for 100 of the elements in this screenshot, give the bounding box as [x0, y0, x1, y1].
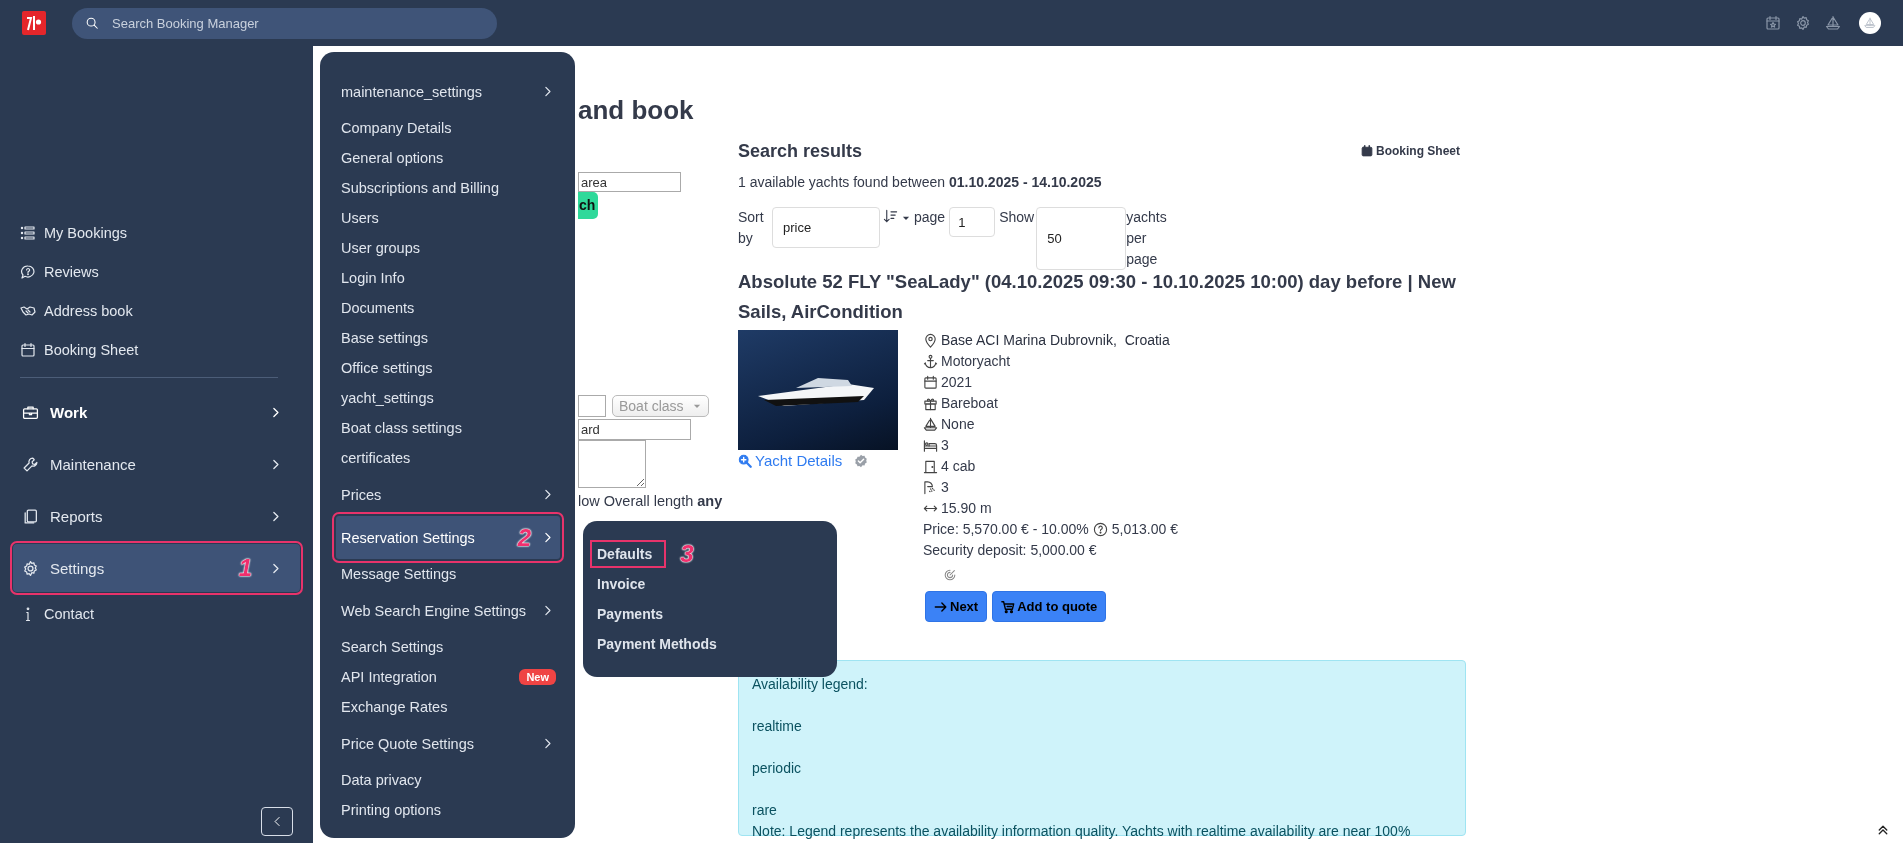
sort-label: Sort by	[738, 208, 765, 248]
search-button[interactable]: ch	[578, 192, 599, 219]
show-label: Show	[999, 208, 1035, 227]
menu-item[interactable]: Data privacy	[336, 765, 560, 795]
spec-text: 3	[941, 436, 949, 455]
menu-item[interactable]: Boat class settings	[336, 413, 560, 443]
sailboat-icon	[923, 417, 938, 432]
page-field[interactable]: 1	[949, 207, 996, 237]
collapse-button[interactable]	[261, 807, 293, 836]
sidebar-item[interactable]: Settings 1	[13, 544, 300, 592]
legend-title: Availability legend:	[752, 675, 869, 694]
price-text: Price: 5,570.00 € - 10.00%	[923, 520, 1089, 539]
menu-item[interactable]: User groups	[336, 233, 560, 263]
input-field[interactable]: ard	[578, 419, 691, 440]
verified-icon	[854, 454, 869, 468]
spec-text: 15.90 m	[941, 499, 992, 518]
calendar-icon	[20, 341, 36, 358]
page-title: and book	[578, 94, 695, 126]
sidebar-item[interactable]: Address book	[13, 291, 300, 330]
sailboat-icon[interactable]	[1825, 15, 1841, 31]
search-icon	[85, 15, 99, 30]
menu-item[interactable]: Search Settings	[336, 632, 560, 662]
spec-text: Motoryacht	[941, 352, 1011, 371]
submenu-item[interactable]: Defaults	[592, 542, 665, 566]
menu-item[interactable]: Documents	[336, 293, 560, 323]
legend-note: Note: Legend represents the availability information quality. Yachts with realtime availability are near 100%	[752, 822, 1412, 841]
menu-item[interactable]: Price Quote Settings	[336, 722, 560, 765]
help-icon	[1092, 522, 1108, 537]
next-button[interactable]: Next	[925, 591, 988, 622]
spec-text: 3	[941, 478, 949, 497]
calendar-icon	[1361, 145, 1373, 157]
results-summary: 1 available yachts found between 01.10.2025 - 14.10.2025	[738, 173, 1103, 192]
menu-item[interactable]: yacht_settings	[336, 383, 560, 413]
menu-item[interactable]: Office settings	[336, 353, 560, 383]
submenu-item[interactable]: Payment Methods	[592, 632, 722, 656]
per-page-field[interactable]: 50	[1036, 207, 1127, 270]
sidebar-item[interactable]: Work	[13, 388, 300, 436]
section-title: Search results	[738, 140, 863, 162]
avatar-icon[interactable]	[1859, 12, 1881, 34]
yacht-details-link[interactable]: Yacht Details	[738, 452, 843, 470]
legend-level: realtime	[752, 717, 803, 736]
radar-icon	[943, 568, 957, 582]
sidebar-item[interactable]: Booking Sheet	[13, 330, 300, 369]
text-area[interactable]	[578, 440, 646, 488]
menu-item[interactable]: Web Search Engine Settings	[336, 589, 560, 632]
menu-item[interactable]: Prices	[336, 473, 560, 516]
spec-text: None	[941, 415, 975, 434]
search-field[interactable]: Search Booking Manager	[72, 7, 497, 39]
step-number: 3	[680, 540, 694, 568]
menu-item[interactable]: Users	[336, 203, 560, 233]
bed-icon	[923, 438, 938, 453]
sidebar-item[interactable]: Contact	[13, 594, 300, 633]
menu-item[interactable]: API Integration New	[336, 662, 560, 692]
menu-item[interactable]: Base settings	[336, 323, 560, 353]
sidebar-item[interactable]: Maintenance	[13, 440, 300, 488]
submenu-item[interactable]: Invoice	[592, 572, 651, 596]
per-page-label: yachts per page	[1126, 208, 1167, 269]
sidebar-item[interactable]: Reviews	[13, 252, 300, 291]
menu-item[interactable]: Company Details	[336, 113, 560, 143]
legend-level: periodic	[752, 759, 803, 778]
menu-item[interactable]: Printing options	[336, 795, 560, 825]
menu-item[interactable]: Subscriptions and Billing	[336, 173, 560, 203]
step-number: 1	[238, 554, 252, 582]
door-icon	[923, 459, 938, 474]
sidebar-item[interactable]: My Bookings	[13, 213, 300, 252]
calendar-icon[interactable]	[1765, 15, 1781, 31]
input-field[interactable]	[578, 395, 606, 417]
menu-item[interactable]: General options	[336, 143, 560, 173]
filter-text: low Overall length any	[578, 492, 723, 511]
pages-icon	[22, 507, 39, 525]
sort-select[interactable]: price	[772, 207, 880, 248]
menu-item[interactable]: certificates	[336, 443, 560, 473]
add-to-quote-button[interactable]: Add to quote	[992, 591, 1107, 622]
page-label: page	[914, 208, 946, 227]
location-pin-icon	[923, 333, 938, 348]
input-field[interactable]: area	[578, 172, 681, 192]
menu-item[interactable]: Login Info	[336, 263, 560, 293]
sidebar-item[interactable]: Reports	[13, 492, 300, 540]
menu-item[interactable]: Message Settings	[336, 559, 560, 589]
list-icon	[20, 224, 36, 241]
scroll-top-icon[interactable]	[1877, 824, 1889, 836]
zoom-in-icon	[738, 454, 752, 468]
anchor-icon	[923, 354, 938, 369]
spec-text: 2021	[941, 373, 973, 392]
spec-text: Base ACI Marina Dubrovnik, Croatia	[941, 331, 1170, 350]
gift-icon	[923, 396, 938, 411]
legend-level: rare	[752, 801, 778, 820]
wrench-icon	[22, 455, 39, 473]
settings-icon[interactable]	[1795, 15, 1811, 31]
menu-item[interactable]: maintenance_settings	[336, 70, 560, 113]
logo-icon[interactable]	[22, 11, 46, 35]
booking-sheet-link[interactable]: Booking Sheet	[1361, 144, 1460, 158]
deposit-text: Security deposit: 5,000.00 €	[923, 541, 1098, 560]
settings-icon	[22, 559, 39, 577]
sort-icon	[883, 209, 898, 224]
step-number: 2	[517, 523, 531, 552]
submenu-item[interactable]: Payments	[592, 602, 669, 626]
menu-item[interactable]: Exchange Rates	[336, 692, 560, 722]
price-final: 5,013.00 €	[1111, 520, 1178, 539]
calendar-icon	[923, 375, 938, 390]
